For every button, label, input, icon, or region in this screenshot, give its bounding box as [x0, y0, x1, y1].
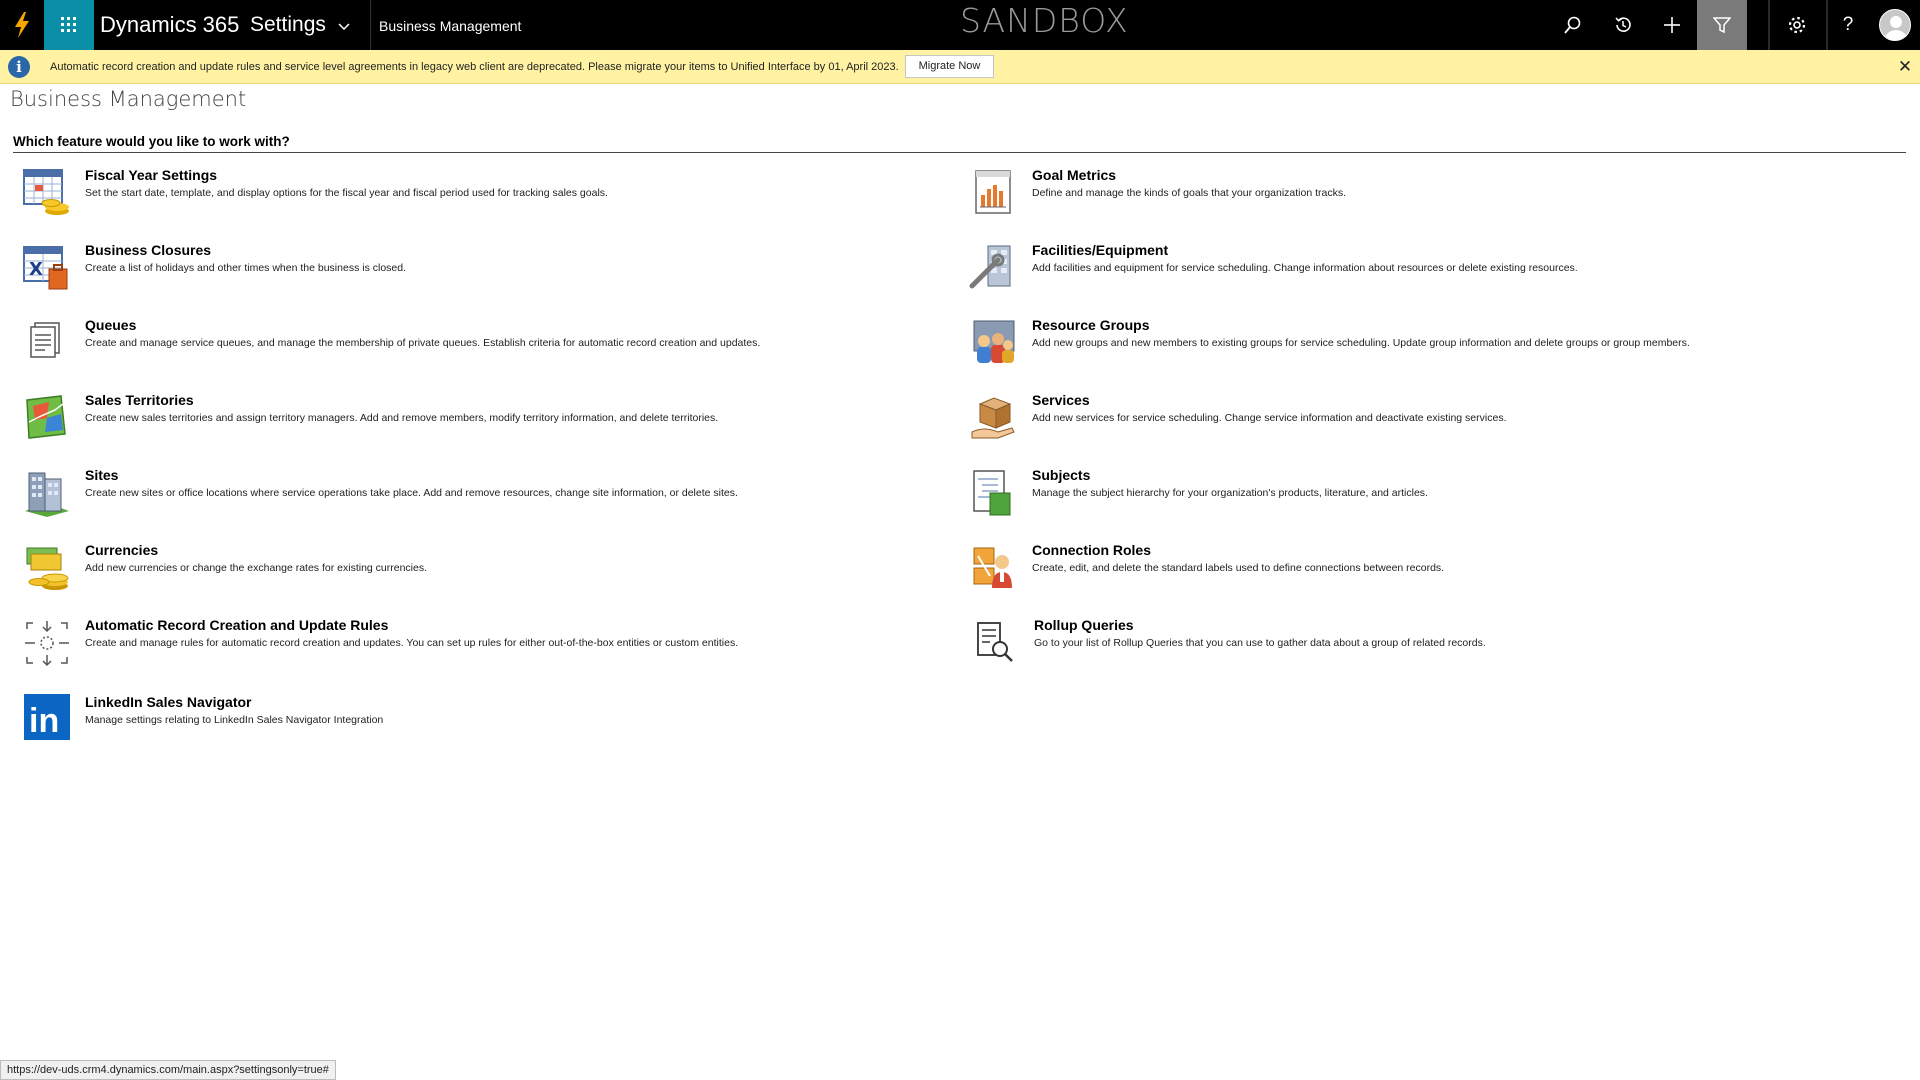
- facility-tools-icon: [969, 245, 1011, 289]
- feature-rollup-queries[interactable]: Rollup Queries Go to your list of Rollup…: [970, 617, 1870, 677]
- feature-description: Manage the subject hierarchy for your or…: [1032, 487, 1428, 499]
- feature-connection-roles[interactable]: Connection Roles Create, edit, and delet…: [968, 542, 1868, 602]
- divider: [13, 152, 1906, 153]
- feature-title: Business Closures: [85, 242, 212, 258]
- feature-subjects[interactable]: Subjects Manage the subject hierarchy fo…: [968, 467, 1868, 527]
- feature-description: Manage settings relating to LinkedIn Sal…: [85, 714, 384, 726]
- avatar-icon[interactable]: [1870, 0, 1920, 50]
- feature-title: Sites: [85, 467, 119, 483]
- calendar-closure-icon: X: [23, 246, 68, 290]
- feature-description: Create and manage rules for automatic re…: [85, 637, 739, 649]
- feature-title: Queues: [85, 317, 137, 333]
- building-icon: [25, 472, 69, 517]
- feature-sales-territories[interactable]: Sales Territories Create new sales terri…: [21, 392, 921, 452]
- feature-title: Connection Roles: [1032, 542, 1152, 558]
- feature-description: Add new groups and new members to existi…: [1032, 337, 1690, 349]
- svg-text:X: X: [29, 259, 43, 280]
- connection-roles-icon: [973, 547, 1012, 588]
- help-icon[interactable]: ?: [1823, 0, 1873, 50]
- feature-description: Create a list of holidays and other time…: [85, 262, 407, 274]
- feature-description: Add new services for service scheduling.…: [1032, 412, 1507, 424]
- feature-title: Resource Groups: [1032, 317, 1150, 333]
- currency-icon: [26, 547, 69, 590]
- chevron-down-icon: [338, 0, 350, 50]
- map-icon: [26, 395, 66, 439]
- top-navigation-bar: Dynamics 365 Settings Business Managemen…: [0, 0, 1920, 50]
- feature-description: Set the start date, template, and displa…: [85, 187, 608, 199]
- feature-title: Facilities/Equipment: [1032, 242, 1169, 258]
- feature-queues[interactable]: Queues Create and manage service queues,…: [21, 317, 921, 377]
- breadcrumb[interactable]: Business Management: [379, 0, 521, 50]
- feature-goal-metrics[interactable]: Goal Metrics Define and manage the kinds…: [968, 167, 1868, 227]
- feature-title: Services: [1032, 392, 1090, 408]
- feature-fiscal-year-settings[interactable]: Fiscal Year Settings Set the start date,…: [21, 167, 921, 227]
- service-box-icon: [971, 397, 1015, 439]
- feature-description: Add facilities and equipment for service…: [1032, 262, 1578, 274]
- feature-services[interactable]: Services Add new services for service sc…: [968, 392, 1868, 452]
- feature-currencies[interactable]: Currencies Add new currencies or change …: [21, 542, 921, 602]
- feature-description: Go to your list of Rollup Queries that y…: [1034, 637, 1486, 649]
- feature-description: Define and manage the kinds of goals tha…: [1032, 187, 1347, 199]
- feature-description: Create and manage service queues, and ma…: [85, 337, 761, 349]
- search-icon[interactable]: [1548, 0, 1598, 50]
- section-heading: Which feature would you like to work wit…: [13, 134, 290, 149]
- area-label: Settings: [250, 13, 326, 36]
- bolt-icon[interactable]: [0, 0, 44, 50]
- calendar-coins-icon: [23, 169, 69, 215]
- feature-business-closures[interactable]: X Business Closures Create a list of hol…: [21, 242, 921, 302]
- feature-title: Rollup Queries: [1034, 617, 1134, 633]
- close-icon[interactable]: ✕: [1893, 50, 1917, 84]
- feature-title: Fiscal Year Settings: [85, 167, 218, 183]
- feature-description: Add new currencies or change the exchang…: [85, 562, 428, 574]
- divider: [370, 0, 371, 50]
- resource-group-icon: [973, 320, 1015, 363]
- environment-label: SANDBOX: [960, 1, 1129, 40]
- feature-title: Subjects: [1032, 467, 1091, 483]
- feature-title: LinkedIn Sales Navigator: [85, 694, 252, 710]
- avatar: [1879, 9, 1911, 41]
- app-name[interactable]: Dynamics 365: [100, 0, 239, 50]
- feature-linkedin-sales-navigator[interactable]: in LinkedIn Sales Navigator Manage setti…: [21, 694, 921, 754]
- plus-icon[interactable]: [1647, 0, 1697, 50]
- feature-title: Sales Territories: [85, 392, 194, 408]
- notice-text: Automatic record creation and update rul…: [50, 61, 899, 73]
- gear-icon[interactable]: [1772, 0, 1822, 50]
- waffle-icon[interactable]: [44, 0, 94, 50]
- feature-description: Create, edit, and delete the standard la…: [1032, 562, 1445, 574]
- feature-description: Create new sales territories and assign …: [85, 412, 719, 424]
- deprecation-notice: i Automatic record creation and update r…: [0, 50, 1920, 84]
- queue-icon: [30, 322, 60, 358]
- goal-chart-icon: [975, 170, 1011, 214]
- feature-title: Automatic Record Creation and Update Rul…: [85, 617, 389, 633]
- divider: [1768, 0, 1770, 50]
- feature-description: Create new sites or office locations whe…: [85, 487, 738, 499]
- automation-icon: [25, 621, 69, 667]
- feature-title: Goal Metrics: [1032, 167, 1117, 183]
- area-selector[interactable]: Settings: [250, 0, 350, 50]
- feature-title: Currencies: [85, 542, 159, 558]
- linkedin-icon: in: [24, 694, 70, 740]
- feature-sites[interactable]: Sites Create new sites or office locatio…: [21, 467, 921, 527]
- feature-resource-groups[interactable]: Resource Groups Add new groups and new m…: [968, 317, 1868, 377]
- info-icon: i: [8, 56, 30, 78]
- subjects-icon: [973, 470, 1011, 516]
- status-bar-url: https://dev-uds.crm4.dynamics.com/main.a…: [0, 1060, 336, 1080]
- rollup-query-icon: [977, 622, 1013, 662]
- page-title: Business Management: [10, 87, 247, 111]
- svg-text:in: in: [29, 702, 59, 740]
- feature-facilities-equipment[interactable]: Facilities/Equipment Add facilities and …: [968, 242, 1868, 302]
- migrate-now-button[interactable]: Migrate Now: [905, 55, 994, 78]
- feature-automatic-record-creation[interactable]: Automatic Record Creation and Update Rul…: [21, 617, 921, 677]
- history-icon[interactable]: [1598, 0, 1648, 50]
- filter-icon[interactable]: [1697, 0, 1747, 50]
